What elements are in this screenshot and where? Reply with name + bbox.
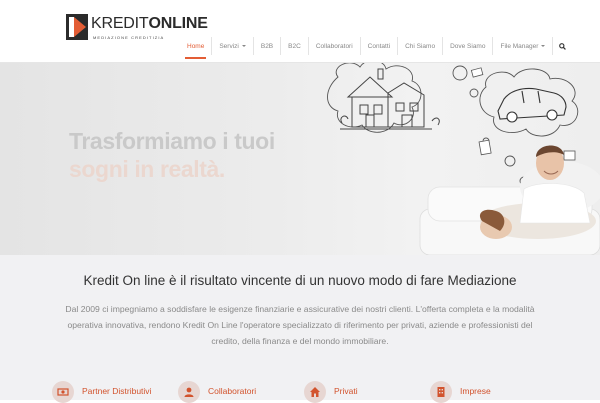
nav-label: Contatti [367, 42, 391, 50]
nav-item-chi-siamo[interactable]: Chi Siamo [397, 37, 442, 55]
nav-item-file-manager[interactable]: File Manager [492, 37, 552, 55]
nav-item-home[interactable]: Home [180, 37, 211, 59]
nav-item-b2c[interactable]: B2C [280, 37, 308, 55]
hero-line-1: Trasformiamo i tuoi [69, 128, 275, 154]
nav-label: B2C [288, 42, 301, 50]
logo-wordmark: KREDITONLINE [91, 15, 208, 33]
nav-item-contatti[interactable]: Contatti [359, 37, 397, 55]
nav-item-collaboratori[interactable]: Collaboratori [307, 37, 360, 55]
house-sketch [340, 68, 440, 130]
nav-label: Home [187, 42, 205, 50]
hero-banner: Trasformiamo i tuoi sogni in realtà. [0, 63, 600, 255]
nav-label: Collaboratori [315, 42, 353, 50]
intro-section: Kredit On line è il risultato vincente d… [0, 255, 600, 403]
category-label: Collaboratori [208, 386, 257, 396]
car-sketch [497, 87, 567, 123]
category-row: Partner Distributivi Collaboratori Priva… [52, 379, 572, 403]
hero-line-2: sogni in realtà. [69, 156, 225, 182]
search-icon [559, 42, 567, 50]
search-button[interactable] [552, 37, 572, 55]
logo-word-online: ONLINE [148, 15, 208, 32]
intro-headline: Kredit On line è il risultato vincente d… [83, 273, 517, 288]
nav-label: Dove Siamo [450, 42, 486, 50]
nav-item-dove-siamo[interactable]: Dove Siamo [442, 37, 492, 55]
caret-down-icon [541, 45, 546, 47]
site-logo[interactable]: KREDITONLINE MEDIAZIONE CREDITIZIA [66, 14, 208, 44]
category-label: Partner Distributivi [82, 386, 152, 396]
hero-headline: Trasformiamo i tuoi sogni in realtà. [69, 127, 275, 183]
logo-tagline: MEDIAZIONE CREDITIZIA [93, 35, 165, 40]
logo-mark-icon [66, 14, 88, 40]
nav-item-b2b[interactable]: B2B [252, 37, 280, 55]
caret-down-icon [241, 45, 246, 47]
logo-word-kredit: KREDIT [91, 15, 149, 32]
hero-illustration [327, 63, 600, 255]
nav-label: File Manager [500, 42, 539, 50]
site-header: KREDITONLINE MEDIAZIONE CREDITIZIA Home … [0, 0, 600, 63]
nav-label: Chi Siamo [405, 42, 436, 50]
category-label: Privati [334, 386, 358, 396]
nav-label: Servizi [219, 42, 239, 50]
intro-body: Dal 2009 ci impegniamo a soddisfare le e… [65, 304, 535, 346]
nav-item-servizi[interactable]: Servizi [211, 37, 253, 55]
category-label: Imprese [460, 386, 491, 396]
nav-label: B2B [260, 42, 274, 50]
main-nav: Home Servizi B2B B2C Collaboratori Conta… [180, 37, 572, 59]
